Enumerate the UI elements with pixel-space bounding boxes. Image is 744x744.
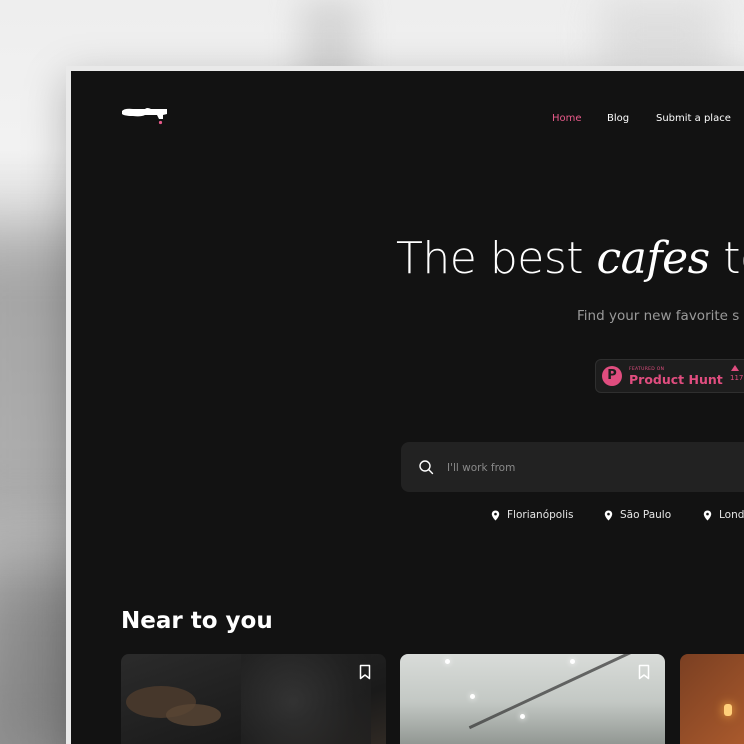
bookmark-icon[interactable] (637, 664, 651, 680)
city-chip-sao-paulo[interactable]: São Paulo (604, 509, 671, 521)
city-chip-london[interactable]: Lond (703, 509, 744, 521)
nav-submit-place-link[interactable]: Submit a place (656, 113, 731, 124)
cafe-card[interactable] (680, 654, 744, 744)
cafe-card[interactable] (400, 654, 665, 744)
location-pin-icon (703, 510, 712, 520)
page: Home Blog Submit a place The best cafes … (71, 71, 744, 744)
upvote-arrow-icon (731, 365, 739, 371)
hero-title-italic: cafes (596, 233, 710, 284)
cafe-photo-light (470, 694, 475, 699)
search-icon (419, 460, 434, 475)
cafe-photo-light (445, 659, 450, 664)
cafe-photo-light (570, 659, 575, 664)
product-hunt-icon: P (602, 366, 622, 386)
nav-blog-link[interactable]: Blog (607, 113, 629, 124)
search-input[interactable] (445, 457, 744, 479)
city-label: São Paulo (620, 509, 672, 521)
near-to-you-heading: Near to you (121, 608, 273, 634)
bookmark-icon[interactable] (358, 664, 372, 680)
hero-title: The best cafes to w (396, 233, 744, 284)
cafe-photo-table (166, 704, 221, 726)
product-hunt-name: Product Hunt (629, 372, 723, 387)
cafe-photo (241, 654, 371, 744)
hero-title-start: The best (396, 233, 597, 284)
location-pin-icon (491, 510, 500, 520)
browser-window: Home Blog Submit a place The best cafes … (66, 66, 744, 744)
product-hunt-badge[interactable]: P FEATURED ON Product Hunt 117 (595, 359, 744, 393)
location-pin-icon (604, 510, 613, 520)
logo-icon[interactable] (121, 105, 169, 125)
city-chip-florianopolis[interactable]: Florianópolis (491, 509, 574, 521)
hero-subtitle: Find your new favorite s (577, 308, 740, 324)
search-bar[interactable] (401, 442, 744, 492)
cafe-photo (468, 654, 652, 730)
cafe-photo-light (520, 714, 525, 719)
upvote-count: 117 (730, 374, 744, 382)
city-label: Florianópolis (507, 509, 574, 521)
hero-title-end: to w (723, 233, 744, 284)
nav-home-link[interactable]: Home (552, 113, 582, 124)
city-label: Lond (719, 509, 744, 521)
cafe-card[interactable] (121, 654, 386, 744)
cafe-photo (724, 704, 732, 716)
